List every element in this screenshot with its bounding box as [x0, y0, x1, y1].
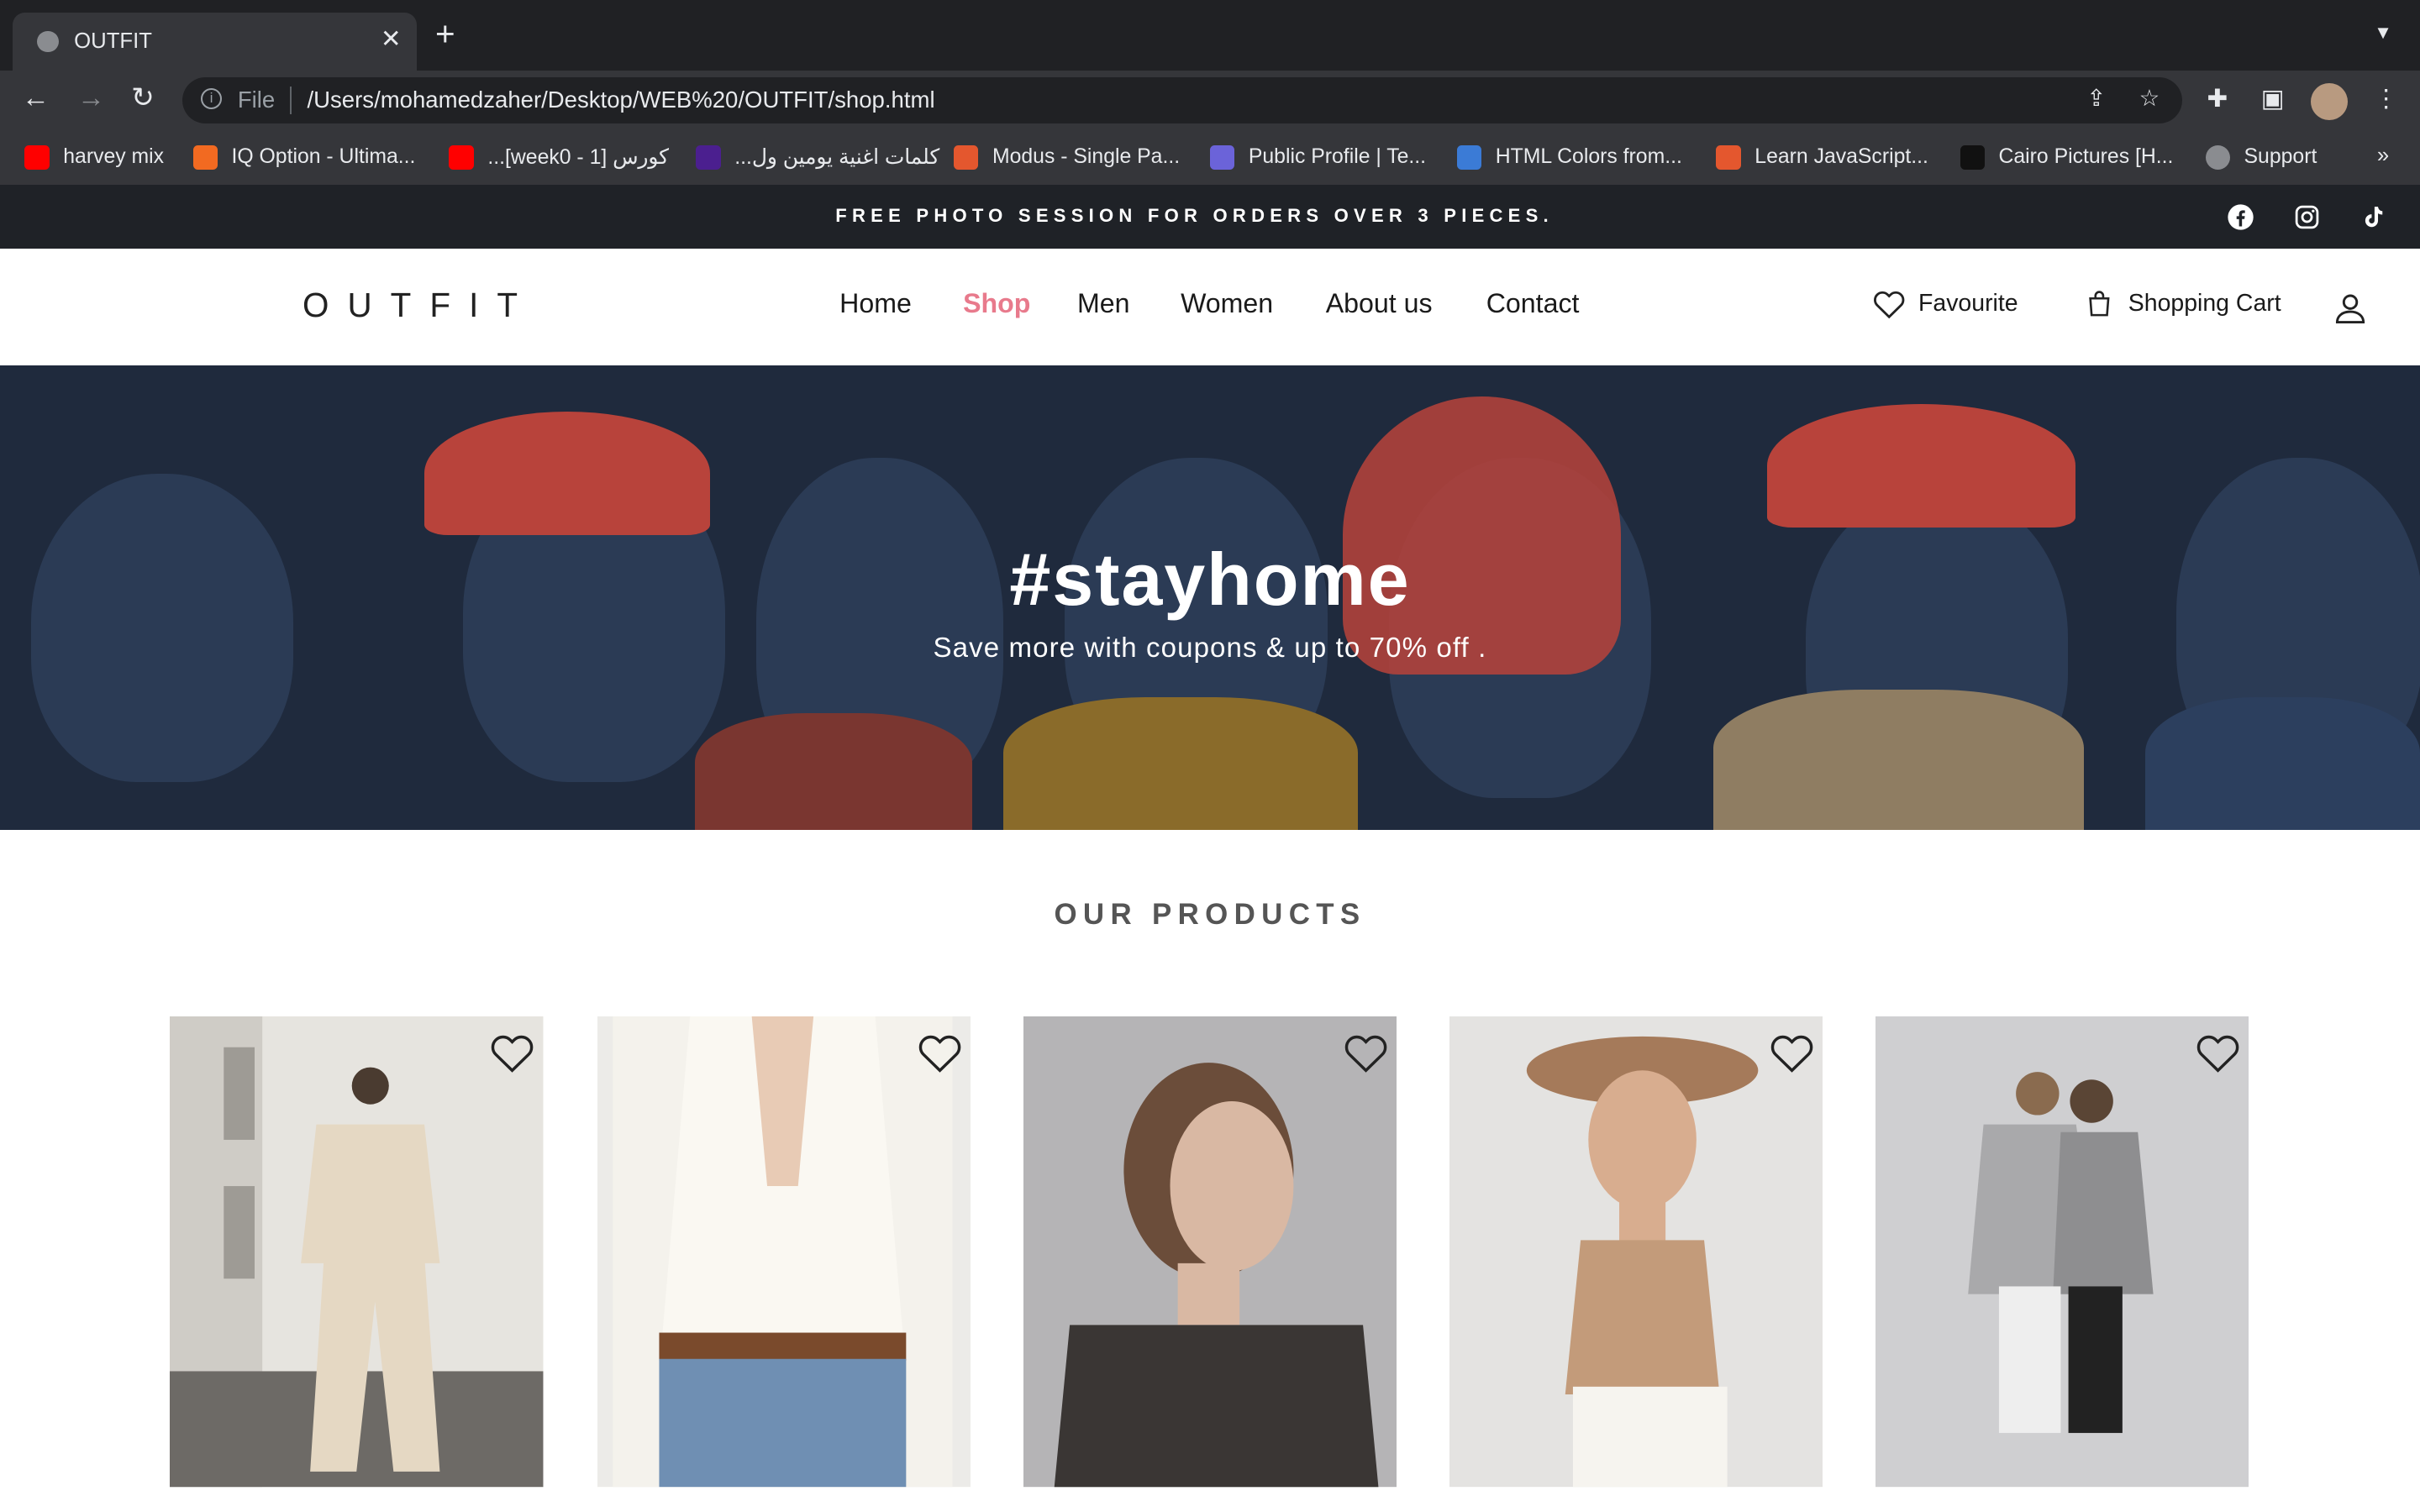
hero-subtitle: Save more with coupons & up to 70% off .: [933, 633, 1487, 664]
facebook-icon[interactable]: [2227, 203, 2254, 231]
bookmark-favicon-icon: [2205, 144, 2231, 170]
browser-tab-bar: OUTFIT ✕ + ▼: [0, 0, 2420, 71]
bookmark-label: كلمات اغنية يومين ول...: [734, 146, 940, 170]
heart-icon: [1873, 291, 1905, 319]
bookmark-favicon-icon: [1716, 144, 1741, 170]
bookmark-label: HTML Colors from...: [1495, 145, 1682, 169]
extensions-icon[interactable]: ✚: [2207, 85, 2228, 113]
url-scheme: File: [237, 86, 276, 113]
product-image[interactable]: [1023, 1016, 1397, 1488]
new-tab-icon[interactable]: +: [435, 17, 455, 50]
bookmark-label: harvey mix: [63, 145, 165, 169]
site-logo[interactable]: OUTFIT: [302, 286, 536, 325]
shopping-bag-icon: [2088, 291, 2110, 317]
nav-women[interactable]: Women: [1181, 288, 1273, 319]
favourite-heart-icon[interactable]: [1343, 1029, 1389, 1075]
favourite-heart-icon[interactable]: [2195, 1029, 2241, 1075]
bookmark-label: Cairo Pictures [H...: [1998, 145, 2174, 169]
bookmark-label: Learn JavaScript...: [1754, 145, 1928, 169]
bookmark-favicon-icon: [696, 144, 721, 170]
bookmark-item[interactable]: كورس [1 - week0]...: [449, 144, 669, 171]
bookmark-item[interactable]: Support: [2205, 144, 2317, 171]
address-bar[interactable]: i File /Users/mohamedzaher/Desktop/WEB%2…: [182, 76, 2183, 123]
forward-icon[interactable]: →: [77, 82, 105, 114]
hero-banner: #stayhome Save more with coupons & up to…: [0, 365, 2420, 831]
browser-menu-icon[interactable]: ⋮: [2374, 85, 2398, 113]
address-divider: [290, 86, 292, 114]
info-icon[interactable]: i: [200, 87, 223, 110]
nav-home[interactable]: Home: [839, 288, 912, 319]
product-image[interactable]: [597, 1016, 971, 1488]
bookmark-favicon-icon: [954, 144, 979, 170]
share-icon[interactable]: ⇪: [2086, 85, 2106, 112]
tiktok-icon[interactable]: [2360, 203, 2387, 231]
bookmark-item[interactable]: كلمات اغنية يومين ول...: [696, 144, 939, 171]
products-section-title: OUR PRODUCTS: [1054, 897, 1366, 931]
promo-text: FREE PHOTO SESSION FOR ORDERS OVER 3 PIE…: [835, 205, 1554, 227]
bookmark-favicon-icon: [1209, 144, 1235, 170]
profile-avatar[interactable]: [2310, 83, 2348, 121]
tab-title: OUTFIT: [74, 29, 152, 53]
tab-search-icon[interactable]: ▼: [2374, 22, 2392, 44]
nav-shop[interactable]: Shop: [963, 288, 1030, 319]
favourite-button[interactable]: Favourite: [1872, 288, 2018, 319]
bookmark-item[interactable]: HTML Colors from...: [1456, 144, 1682, 171]
favourite-heart-icon[interactable]: [1769, 1029, 1815, 1075]
more-bookmarks-icon[interactable]: »: [2377, 144, 2389, 168]
url-text[interactable]: /Users/mohamedzaher/Desktop/WEB%20/OUTFI…: [307, 87, 934, 113]
reload-icon[interactable]: ↻: [131, 82, 155, 114]
bookmark-label: Support: [2244, 145, 2317, 169]
bookmark-label: IQ Option - Ultima...: [231, 145, 416, 169]
product-image[interactable]: [170, 1016, 544, 1488]
bookmark-item[interactable]: IQ Option - Ultima...: [192, 144, 416, 171]
nav-about-us[interactable]: About us: [1326, 288, 1433, 319]
product-card[interactable]: [1875, 1016, 2249, 1488]
favourite-heart-icon[interactable]: [917, 1029, 963, 1075]
bookmark-favicon-icon: [1960, 144, 1985, 170]
bookmark-item[interactable]: Cairo Pictures [H...: [1960, 144, 2174, 171]
bookmark-star-icon[interactable]: ☆: [2139, 85, 2160, 112]
favourite-heart-icon[interactable]: [489, 1029, 535, 1075]
promo-bar: FREE PHOTO SESSION FOR ORDERS OVER 3 PIE…: [0, 185, 2420, 249]
site-header: OUTFIT Home Shop Men Women About us Cont…: [0, 248, 2420, 367]
bookmark-favicon-icon: [449, 144, 474, 170]
hero-title: #stayhome: [1009, 538, 1411, 622]
bookmark-item[interactable]: Learn JavaScript...: [1716, 144, 1928, 171]
bookmark-label: Modus - Single Pa...: [992, 145, 1181, 169]
bookmark-favicon-icon: [24, 144, 50, 170]
side-panel-icon[interactable]: ▣: [2261, 85, 2285, 113]
bookmark-favicon-icon: [192, 144, 218, 170]
back-icon[interactable]: ←: [22, 82, 50, 114]
product-card[interactable]: [1023, 1016, 1397, 1488]
user-account-icon[interactable]: [2332, 290, 2369, 327]
bookmark-item[interactable]: Modus - Single Pa...: [954, 144, 1180, 171]
browser-toolbar: ← → ↻ i File /Users/mohamedzaher/Desktop…: [0, 71, 2420, 130]
favourite-label: Favourite: [1918, 290, 2018, 318]
bookmark-favicon-icon: [1456, 144, 1482, 170]
instagram-icon[interactable]: [2293, 203, 2321, 231]
product-card[interactable]: [597, 1016, 971, 1488]
bookmark-item[interactable]: Public Profile | Te...: [1209, 144, 1427, 171]
shopping-cart-label: Shopping Cart: [2128, 290, 2281, 318]
product-image[interactable]: [1449, 1016, 1823, 1488]
bookmark-label: Public Profile | Te...: [1248, 145, 1427, 169]
globe-icon: [37, 30, 59, 53]
close-tab-icon[interactable]: ✕: [381, 24, 402, 55]
bookmarks-bar: harvey mix IQ Option - Ultima... كورس [1…: [0, 129, 2420, 186]
browser-tab[interactable]: OUTFIT ✕: [12, 12, 417, 71]
nav-contact[interactable]: Contact: [1486, 288, 1580, 319]
product-card[interactable]: [170, 1016, 544, 1488]
shopping-cart-button[interactable]: Shopping Cart: [2084, 288, 2281, 319]
bookmark-item[interactable]: harvey mix: [24, 144, 164, 171]
product-card[interactable]: [1449, 1016, 1823, 1488]
product-image[interactable]: [1875, 1016, 2249, 1488]
nav-men[interactable]: Men: [1077, 288, 1130, 319]
bookmark-label: كورس [1 - week0]...: [487, 146, 669, 170]
